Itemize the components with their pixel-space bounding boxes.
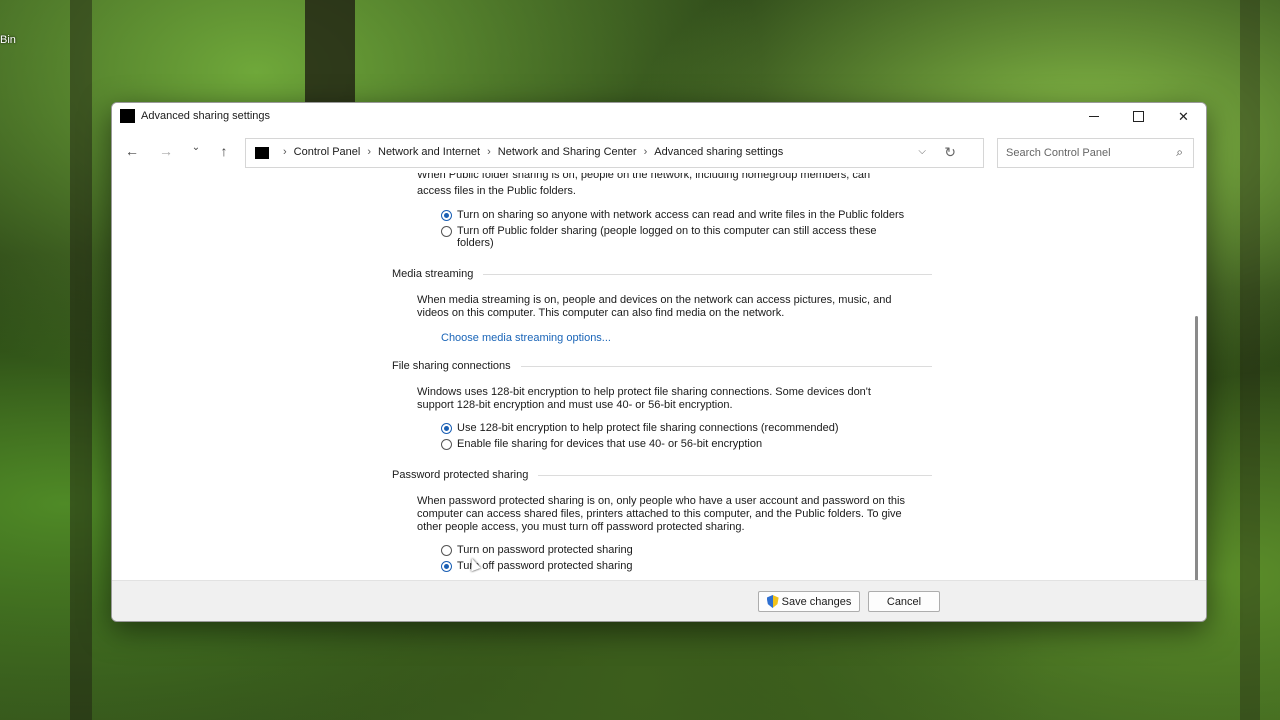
media-streaming-description-line2: videos on this computer. This computer c… bbox=[417, 307, 785, 319]
media-streaming-description-line1: When media streaming is on, people and d… bbox=[417, 294, 892, 306]
password-sharing-off-label: Turn off password protected sharing bbox=[457, 560, 633, 572]
chevron-right-icon[interactable]: › bbox=[367, 146, 371, 158]
advanced-sharing-window: Advanced sharing settings ✕ ← → ⌄ ↑ › Co… bbox=[111, 102, 1207, 622]
address-bar[interactable]: › Control Panel › Network and Internet ›… bbox=[245, 138, 984, 168]
search-placeholder: Search Control Panel bbox=[1006, 147, 1111, 159]
control-panel-icon bbox=[255, 147, 269, 159]
public-sharing-on-label: Turn on sharing so anyone with network a… bbox=[457, 209, 905, 221]
chevron-right-icon[interactable]: › bbox=[644, 146, 648, 158]
encryption-40-56-label: Enable file sharing for devices that use… bbox=[457, 438, 763, 450]
navigation-bar: ← → ⌄ ↑ › Control Panel › Network and In… bbox=[112, 130, 1206, 170]
forward-arrow-icon[interactable]: → bbox=[156, 143, 176, 159]
file-sharing-heading-text: File sharing connections bbox=[392, 360, 511, 372]
breadcrumb-control-panel[interactable]: Control Panel bbox=[294, 146, 361, 158]
radio-button-selected[interactable] bbox=[441, 423, 452, 434]
maximize-icon bbox=[1133, 111, 1144, 122]
encryption-128-option[interactable]: Use 128-bit encryption to help protect f… bbox=[441, 422, 839, 434]
background-tree bbox=[305, 0, 355, 110]
encryption-40-56-option[interactable]: Enable file sharing for devices that use… bbox=[441, 438, 762, 450]
public-sharing-off-option[interactable]: Turn off Public folder sharing (people l… bbox=[441, 225, 876, 249]
recent-locations-icon[interactable]: ⌄ bbox=[186, 142, 206, 153]
search-input[interactable]: Search Control Panel ⌕ bbox=[997, 138, 1194, 168]
divider bbox=[483, 273, 932, 275]
radio-button-selected[interactable] bbox=[441, 561, 452, 572]
radio-button[interactable] bbox=[441, 545, 452, 556]
file-sharing-heading: File sharing connections bbox=[392, 360, 932, 372]
password-sharing-description-line2: computer can access shared files, printe… bbox=[417, 508, 902, 520]
public-folder-description-line1: When Public folder sharing is on, people… bbox=[417, 173, 871, 181]
save-changes-button[interactable]: Save changes bbox=[758, 591, 860, 612]
uac-shield-icon bbox=[766, 595, 779, 608]
breadcrumb-advanced-sharing[interactable]: Advanced sharing settings bbox=[654, 146, 783, 158]
breadcrumb-network-sharing-center[interactable]: Network and Sharing Center bbox=[498, 146, 637, 158]
password-sharing-description: When password protected sharing is on, o… bbox=[417, 495, 937, 534]
chevron-right-icon: › bbox=[283, 146, 287, 158]
vertical-scrollbar[interactable] bbox=[1195, 316, 1198, 581]
password-sharing-heading-text: Password protected sharing bbox=[392, 469, 529, 481]
divider bbox=[520, 365, 932, 367]
media-streaming-heading-text: Media streaming bbox=[392, 268, 474, 280]
background-tree bbox=[70, 0, 92, 720]
radio-button[interactable] bbox=[441, 226, 452, 237]
password-sharing-description-line1: When password protected sharing is on, o… bbox=[417, 495, 905, 507]
minimize-button[interactable] bbox=[1071, 103, 1116, 130]
password-sharing-on-label: Turn on password protected sharing bbox=[457, 544, 633, 556]
save-changes-label: Save changes bbox=[781, 595, 852, 608]
password-sharing-heading: Password protected sharing bbox=[392, 469, 932, 481]
password-sharing-on-option[interactable]: Turn on password protected sharing bbox=[441, 544, 633, 556]
chevron-down-icon[interactable]: ⌵ bbox=[918, 146, 926, 157]
chevron-right-icon[interactable]: › bbox=[487, 146, 491, 158]
file-sharing-description-line2: support 128-bit encryption and must use … bbox=[417, 399, 733, 411]
radio-button-selected[interactable] bbox=[441, 210, 452, 221]
divider bbox=[538, 474, 932, 476]
desktop-recycle-bin-label[interactable]: Bin bbox=[0, 34, 16, 46]
close-button[interactable]: ✕ bbox=[1161, 103, 1206, 130]
search-icon[interactable]: ⌕ bbox=[1176, 145, 1183, 160]
public-folder-description-line2: access files in the Public folders. bbox=[417, 185, 576, 197]
cancel-button[interactable]: Cancel bbox=[868, 591, 940, 612]
public-sharing-off-label-line2: folders) bbox=[457, 237, 494, 249]
media-streaming-options-link[interactable]: Choose media streaming options... bbox=[441, 332, 611, 344]
up-arrow-icon[interactable]: ↑ bbox=[214, 143, 234, 159]
file-sharing-description: Windows uses 128-bit encryption to help … bbox=[417, 386, 937, 412]
settings-content: When Public folder sharing is on, people… bbox=[112, 171, 1206, 581]
password-sharing-description-line3: other people access, you must turn off p… bbox=[417, 521, 745, 533]
public-sharing-on-option[interactable]: Turn on sharing so anyone with network a… bbox=[441, 209, 904, 221]
background-tree bbox=[1240, 0, 1260, 720]
file-sharing-description-line1: Windows uses 128-bit encryption to help … bbox=[417, 386, 871, 398]
radio-button[interactable] bbox=[441, 439, 452, 450]
public-folder-description-top: When Public folder sharing is on, people… bbox=[417, 173, 937, 182]
breadcrumb: › Control Panel › Network and Internet ›… bbox=[276, 146, 783, 158]
media-streaming-description: When media streaming is on, people and d… bbox=[417, 294, 937, 320]
title-bar: Advanced sharing settings ✕ bbox=[112, 103, 1206, 130]
public-sharing-off-label: Turn off Public folder sharing (people l… bbox=[457, 225, 876, 249]
footer-bar: Save changes Cancel bbox=[112, 580, 1206, 621]
media-streaming-heading: Media streaming bbox=[392, 268, 932, 280]
minimize-icon bbox=[1088, 116, 1099, 117]
encryption-128-label: Use 128-bit encryption to help protect f… bbox=[457, 422, 839, 434]
refresh-icon[interactable]: ↻ bbox=[944, 144, 956, 161]
control-panel-icon bbox=[120, 109, 135, 123]
public-sharing-off-label-line1: Turn off Public folder sharing (people l… bbox=[457, 225, 877, 237]
window-title: Advanced sharing settings bbox=[141, 110, 271, 122]
breadcrumb-network-and-internet[interactable]: Network and Internet bbox=[378, 146, 480, 158]
back-arrow-icon[interactable]: ← bbox=[122, 143, 142, 159]
close-icon: ✕ bbox=[1178, 108, 1189, 124]
maximize-button[interactable] bbox=[1116, 103, 1161, 130]
